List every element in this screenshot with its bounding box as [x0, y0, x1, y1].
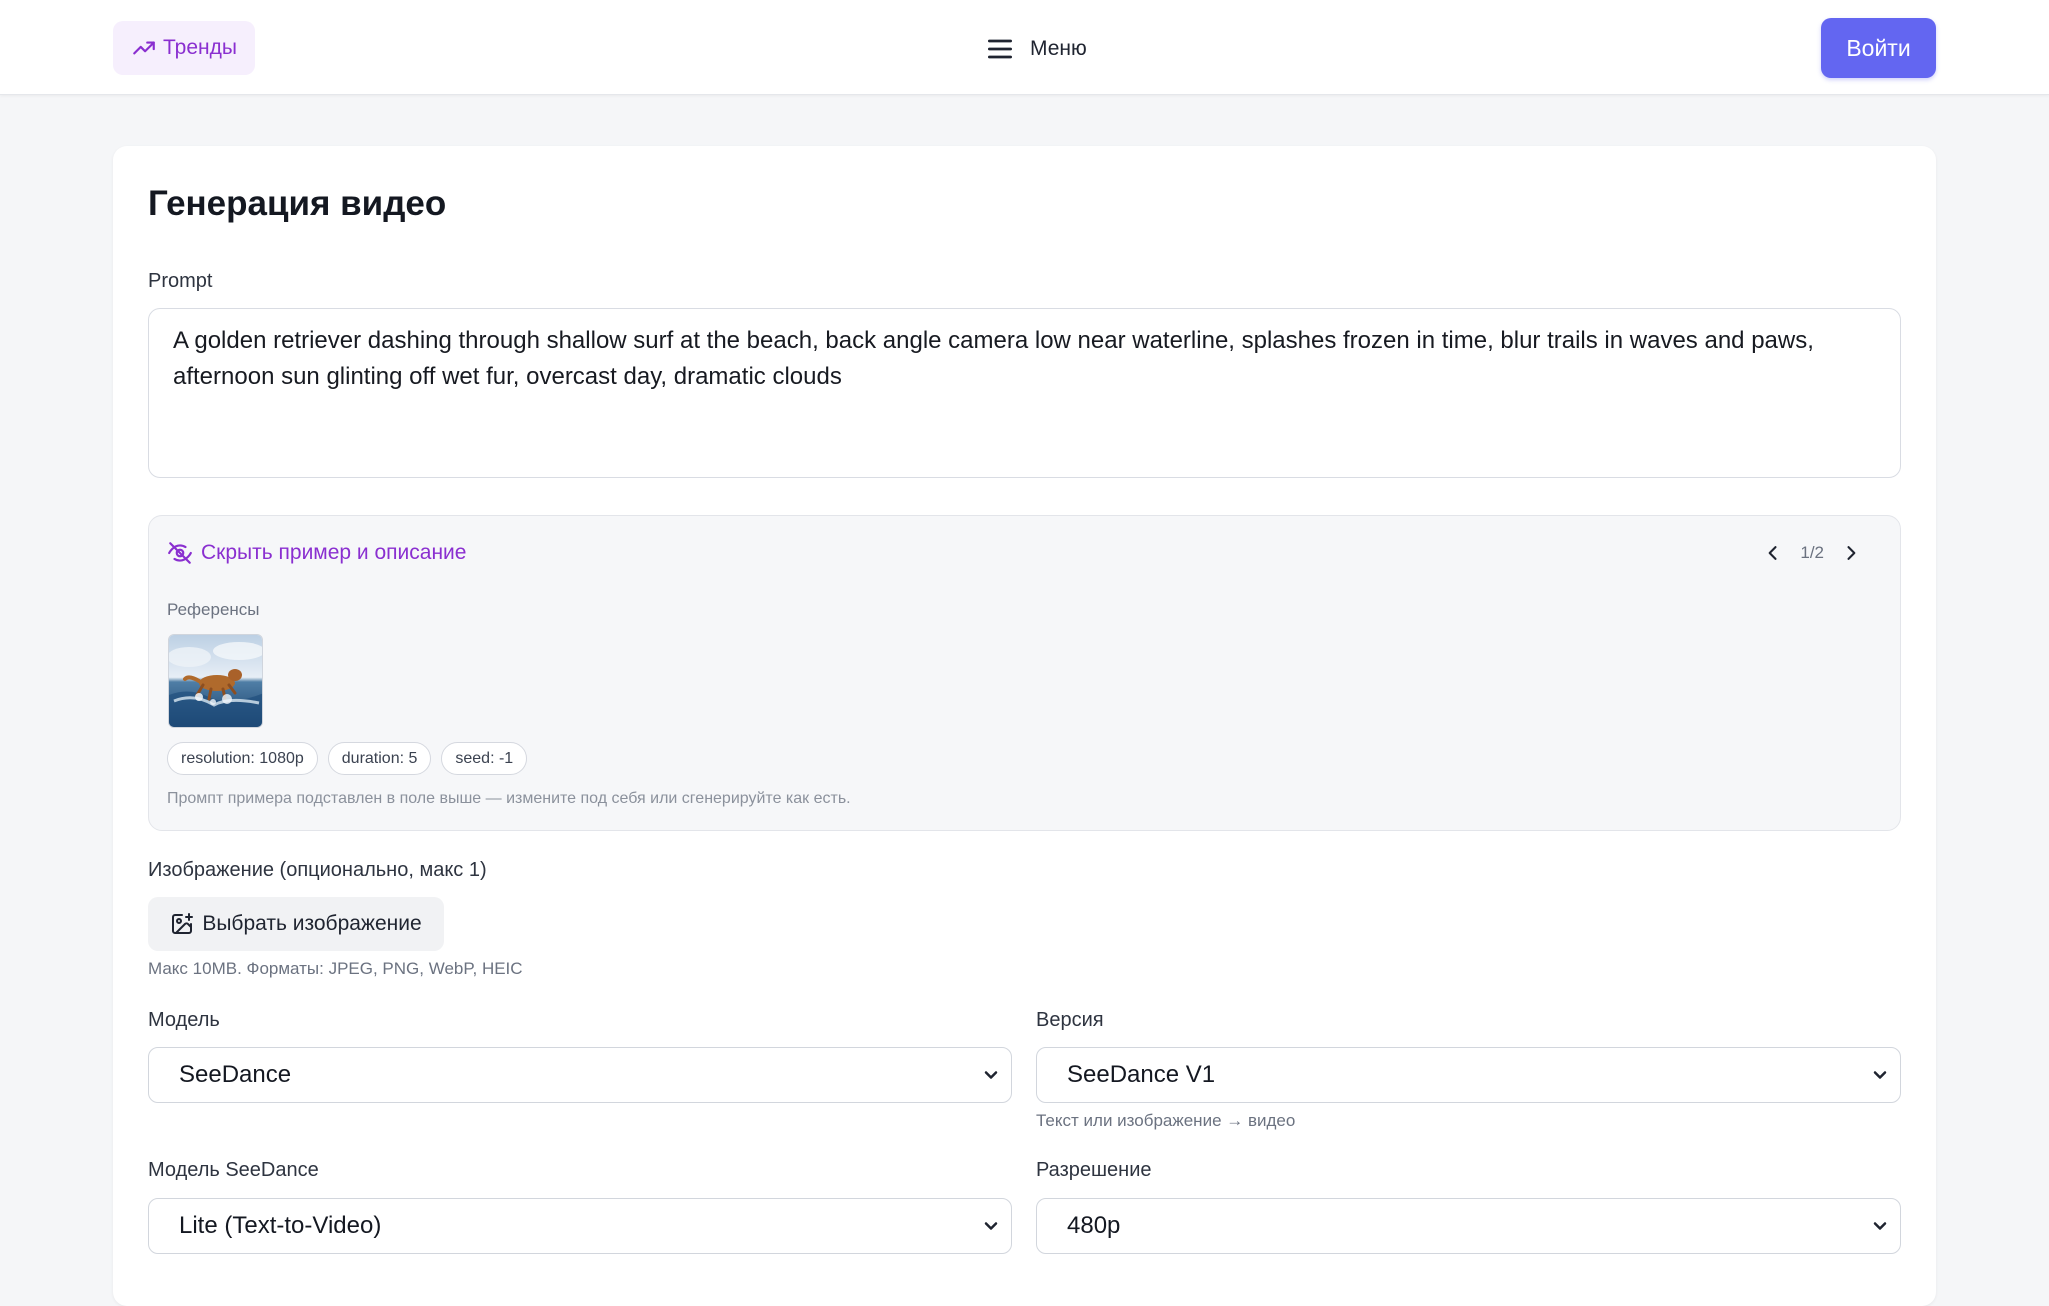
model-select[interactable]: SeeDance [148, 1047, 1012, 1103]
menu-label: Меню [1030, 37, 1087, 60]
resolution-select-value: 480p [1067, 1212, 1121, 1239]
model-label: Модель [148, 1009, 220, 1031]
version-select[interactable]: SeeDance V1 [1036, 1047, 1901, 1103]
trends-label: Тренды [163, 36, 237, 59]
choose-image-button[interactable]: Выбрать изображение [148, 897, 444, 951]
prompt-label: Prompt [148, 270, 213, 292]
top-navbar: Тренды Меню Войти [0, 0, 2049, 95]
references-label: Референсы [167, 600, 260, 619]
model-select-value: SeeDance [179, 1061, 292, 1088]
login-button[interactable]: Войти [1821, 18, 1936, 78]
trends-button[interactable]: Тренды [113, 21, 255, 75]
chevron-right-icon [1847, 546, 1856, 560]
eye-off-icon [168, 542, 192, 564]
version-select-value: SeeDance V1 [1067, 1061, 1216, 1088]
example-pager: 1/2 [1760, 540, 1864, 566]
choose-image-label: Выбрать изображение [202, 912, 422, 935]
example-note: Промпт примера подставлен в поле выше — … [167, 790, 851, 807]
resolution-select[interactable]: 480p [1036, 1198, 1901, 1254]
dog-in-surf-image [169, 635, 262, 727]
param-chip-seed: seed: -1 [441, 742, 528, 775]
seedance-model-select[interactable]: Lite (Text-to-Video) [148, 1198, 1012, 1254]
video-generation-card: Генерация видео Prompt A golden retrieve… [113, 146, 1936, 1306]
pager-count: 1/2 [1800, 543, 1824, 562]
chevron-left-icon [1768, 546, 1777, 560]
image-upload-label: Изображение (опционально, макс 1) [148, 859, 487, 881]
prev-example-button[interactable] [1760, 540, 1786, 566]
hamburger-icon [988, 39, 1012, 59]
seedance-model-label: Модель SeeDance [148, 1159, 319, 1181]
page-title: Генерация видео [148, 184, 447, 223]
upload-hint: Макс 10MB. Форматы: JPEG, PNG, WebP, HEI… [148, 959, 523, 978]
version-hint: Текст или изображение → видео [1036, 1111, 1296, 1130]
image-plus-icon [172, 913, 194, 934]
example-params: resolution: 1080p duration: 5 seed: -1 [167, 742, 528, 775]
param-chip-duration: duration: 5 [327, 742, 432, 775]
reference-thumbnail[interactable] [168, 634, 263, 728]
hide-example-label: Скрыть пример и описание [201, 541, 467, 564]
param-chip-resolution: resolution: 1080p [167, 742, 318, 775]
example-panel: Скрыть пример и описание 1/2 Референсы r… [148, 515, 1901, 831]
seedance-model-value: Lite (Text-to-Video) [179, 1212, 382, 1239]
trending-up-icon [133, 41, 155, 55]
chevron-down-icon [984, 1222, 998, 1230]
chevron-down-icon [1873, 1071, 1887, 1079]
chevron-down-icon [984, 1071, 998, 1079]
chevron-down-icon [1873, 1222, 1887, 1230]
resolution-label: Разрешение [1036, 1159, 1152, 1181]
version-label: Версия [1036, 1009, 1104, 1031]
prompt-textarea[interactable]: A golden retriever dashing through shall… [148, 308, 1901, 478]
next-example-button[interactable] [1838, 540, 1864, 566]
hide-example-toggle[interactable]: Скрыть пример и описание [167, 540, 466, 566]
menu-button[interactable]: Меню [984, 30, 1087, 68]
